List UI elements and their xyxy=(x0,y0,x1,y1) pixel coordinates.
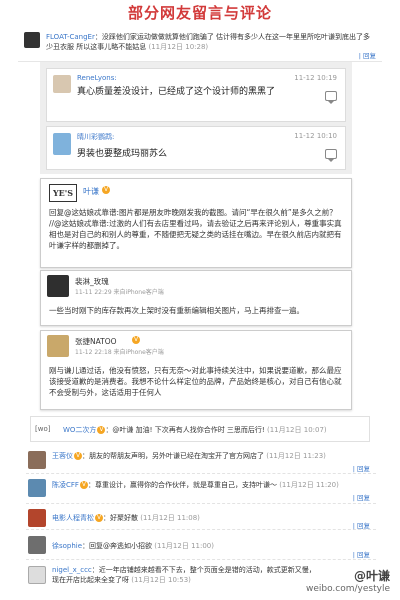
timestamp: (11月12日 10:28) xyxy=(148,43,209,51)
username[interactable]: 叶谦 xyxy=(83,186,99,197)
comment-actions: | 回复 xyxy=(358,52,376,60)
username[interactable]: 王蓉仪 xyxy=(52,452,73,460)
reply-link[interactable]: 回复 xyxy=(363,52,376,60)
username[interactable]: 裴淋_玫瑰 xyxy=(75,276,109,287)
timestamp: (11月12日 11:23) xyxy=(266,452,326,460)
list-item: 陈凌CFF V ：尊重设计，赢得你的合作伙伴，就是尊重自己，支持叶谦～ (11月12… xyxy=(26,476,376,504)
timestamp: (11月12日 11:00) xyxy=(154,542,214,550)
watermark-name: @叶谦 xyxy=(353,569,390,583)
comment-text: ：回复@奔逃如小招欲 xyxy=(82,542,153,550)
reply-link[interactable]: 回复 xyxy=(357,494,370,502)
comment-text: ：@叶谦 加油! 下次再有人找你合作时 三思而后行! xyxy=(105,426,265,434)
nested-reply-block: ReneLyons: 11-12 10:19 真心质量差没设计，已经成了这个设计… xyxy=(40,62,352,174)
comment-wo: [wo] WO二次方 V ：@叶谦 加油! 下次再有人找你合作时 三思而后行! (1… xyxy=(30,416,370,442)
reply-rene: ReneLyons: 11-12 10:19 真心质量差没设计，已经成了这个设计… xyxy=(46,68,346,122)
timestamp: (11月12日 11:08) xyxy=(140,514,200,522)
post-text: 一些当时刚下的库存款再次上架时没有重新编辑相关图片，马上再排查一遍。 xyxy=(49,306,304,315)
avatar[interactable] xyxy=(24,32,40,48)
comment-text: ：朋友的帮朋友声明，另外叶谦已经在淘宝开了官方网店了 xyxy=(82,452,264,460)
post-text: 刚与谦儿通过话，他没有愤怒，只有无奈～对此事持续关注中，如果说要道歉，那么最应该… xyxy=(49,366,342,397)
reply-link[interactable]: 回复 xyxy=(357,551,370,559)
comment-actions: | 回复 xyxy=(352,551,370,559)
timestamp: 11-11 22:29 来自iPhone客户端 xyxy=(75,289,164,296)
avatar[interactable] xyxy=(47,335,69,357)
avatar[interactable] xyxy=(28,451,46,469)
timestamp: (11月12日 11:20) xyxy=(279,481,339,489)
reply-link[interactable]: 回复 xyxy=(357,465,370,473)
username[interactable]: nigel_x_ccc xyxy=(52,566,92,574)
comment-text: 男装也要整成玛丽苏么 xyxy=(77,149,168,159)
verified-icon: V xyxy=(95,514,103,522)
post-text: 回复@这姑娘忒靠谱:图片都是朋友昨晚刚发我的截图。请问“早在很久前”是多久之前？… xyxy=(49,208,342,250)
username[interactable]: 电影人程青松 xyxy=(52,514,94,522)
comment-text: ：尊重设计，赢得你的合作伙伴，就是尊重自己，支持叶谦～ xyxy=(87,481,277,489)
comment-icon[interactable] xyxy=(325,149,337,162)
comment-text: ：好聚好散 xyxy=(103,514,138,522)
comment-text: 真心质量差没设计，已经成了这个设计师的黑黑了 xyxy=(77,87,276,97)
username[interactable]: 徐sophie xyxy=(52,542,82,550)
tag: [wo] xyxy=(35,425,51,433)
post-zhangxi: 张捷NATOO V 11-12 22:18 来自iPhone客户端 刚与谦儿通过… xyxy=(40,330,352,410)
comment-actions: | 回复 xyxy=(352,494,370,502)
post-yeqian: YE'S 叶谦 V 回复@这姑娘忒靠谱:图片都是朋友昨晚刚发我的截图。请问“早在… xyxy=(40,178,352,268)
username[interactable]: 晴川彩鹦鹉: xyxy=(77,132,114,142)
comment-actions: | 回复 xyxy=(352,465,370,473)
list-item: 王蓉仪 V ：朋友的帮朋友声明，另外叶谦已经在淘宝开了官方网店了 (11月12日 1… xyxy=(26,448,376,474)
username[interactable]: FLOAT-CangEr xyxy=(46,33,95,41)
list-item: 徐sophie：回复@奔逃如小招欲 (11月12日 11:00) | 回复 xyxy=(26,532,376,560)
username[interactable]: 陈凌CFF xyxy=(52,481,79,489)
brand-logo: YE'S xyxy=(49,184,77,202)
verified-icon: V xyxy=(74,452,82,460)
watermark: @叶谦 weibo.com/yestyle xyxy=(306,567,390,594)
username[interactable]: 张捷NATOO xyxy=(75,336,117,347)
reply-qingchuan: 晴川彩鹦鹉: 11-12 10:10 男装也要整成玛丽苏么 xyxy=(46,126,346,170)
comment-actions: | 回复 xyxy=(352,522,370,530)
page-title: 部分网友留言与评论 xyxy=(127,4,272,22)
avatar[interactable] xyxy=(28,536,46,554)
avatar[interactable] xyxy=(28,566,46,584)
avatar[interactable] xyxy=(53,75,71,93)
comment-float: FLOAT-CangEr：没踩他们家运动做做就算他们跑骗了 估计得有多少人在这一… xyxy=(18,28,382,62)
timestamp: 11-12 10:10 xyxy=(294,132,337,140)
timestamp: (11月12日 10:07) xyxy=(266,426,327,434)
verified-icon: V xyxy=(102,186,110,194)
avatar[interactable] xyxy=(28,479,46,497)
avatar[interactable] xyxy=(53,133,71,155)
avatar[interactable] xyxy=(47,275,69,297)
timestamp: 11-12 22:18 来自iPhone客户端 xyxy=(75,349,164,356)
username[interactable]: ReneLyons: xyxy=(77,74,117,82)
post-peilin: 裴淋_玫瑰 11-11 22:29 来自iPhone客户端 一些当时刚下的库存款… xyxy=(40,270,352,326)
reply-link[interactable]: 回复 xyxy=(357,522,370,530)
username[interactable]: WO二次方 xyxy=(63,426,96,434)
avatar[interactable] xyxy=(28,509,46,527)
list-item: nigel_x_ccc：近一年店铺越来越看不下去，整个页面全是错的活动，款式更新… xyxy=(26,562,326,594)
verified-icon: V xyxy=(132,336,140,344)
watermark-url: weibo.com/yestyle xyxy=(305,584,390,594)
list-item: 电影人程青松 V ：好聚好散 (11月12日 11:08) | 回复 xyxy=(26,506,376,530)
verified-icon: V xyxy=(79,481,88,489)
timestamp: (11月12日 10:53) xyxy=(131,576,191,584)
timestamp: 11-12 10:19 xyxy=(294,74,337,82)
comment-icon[interactable] xyxy=(325,91,337,104)
